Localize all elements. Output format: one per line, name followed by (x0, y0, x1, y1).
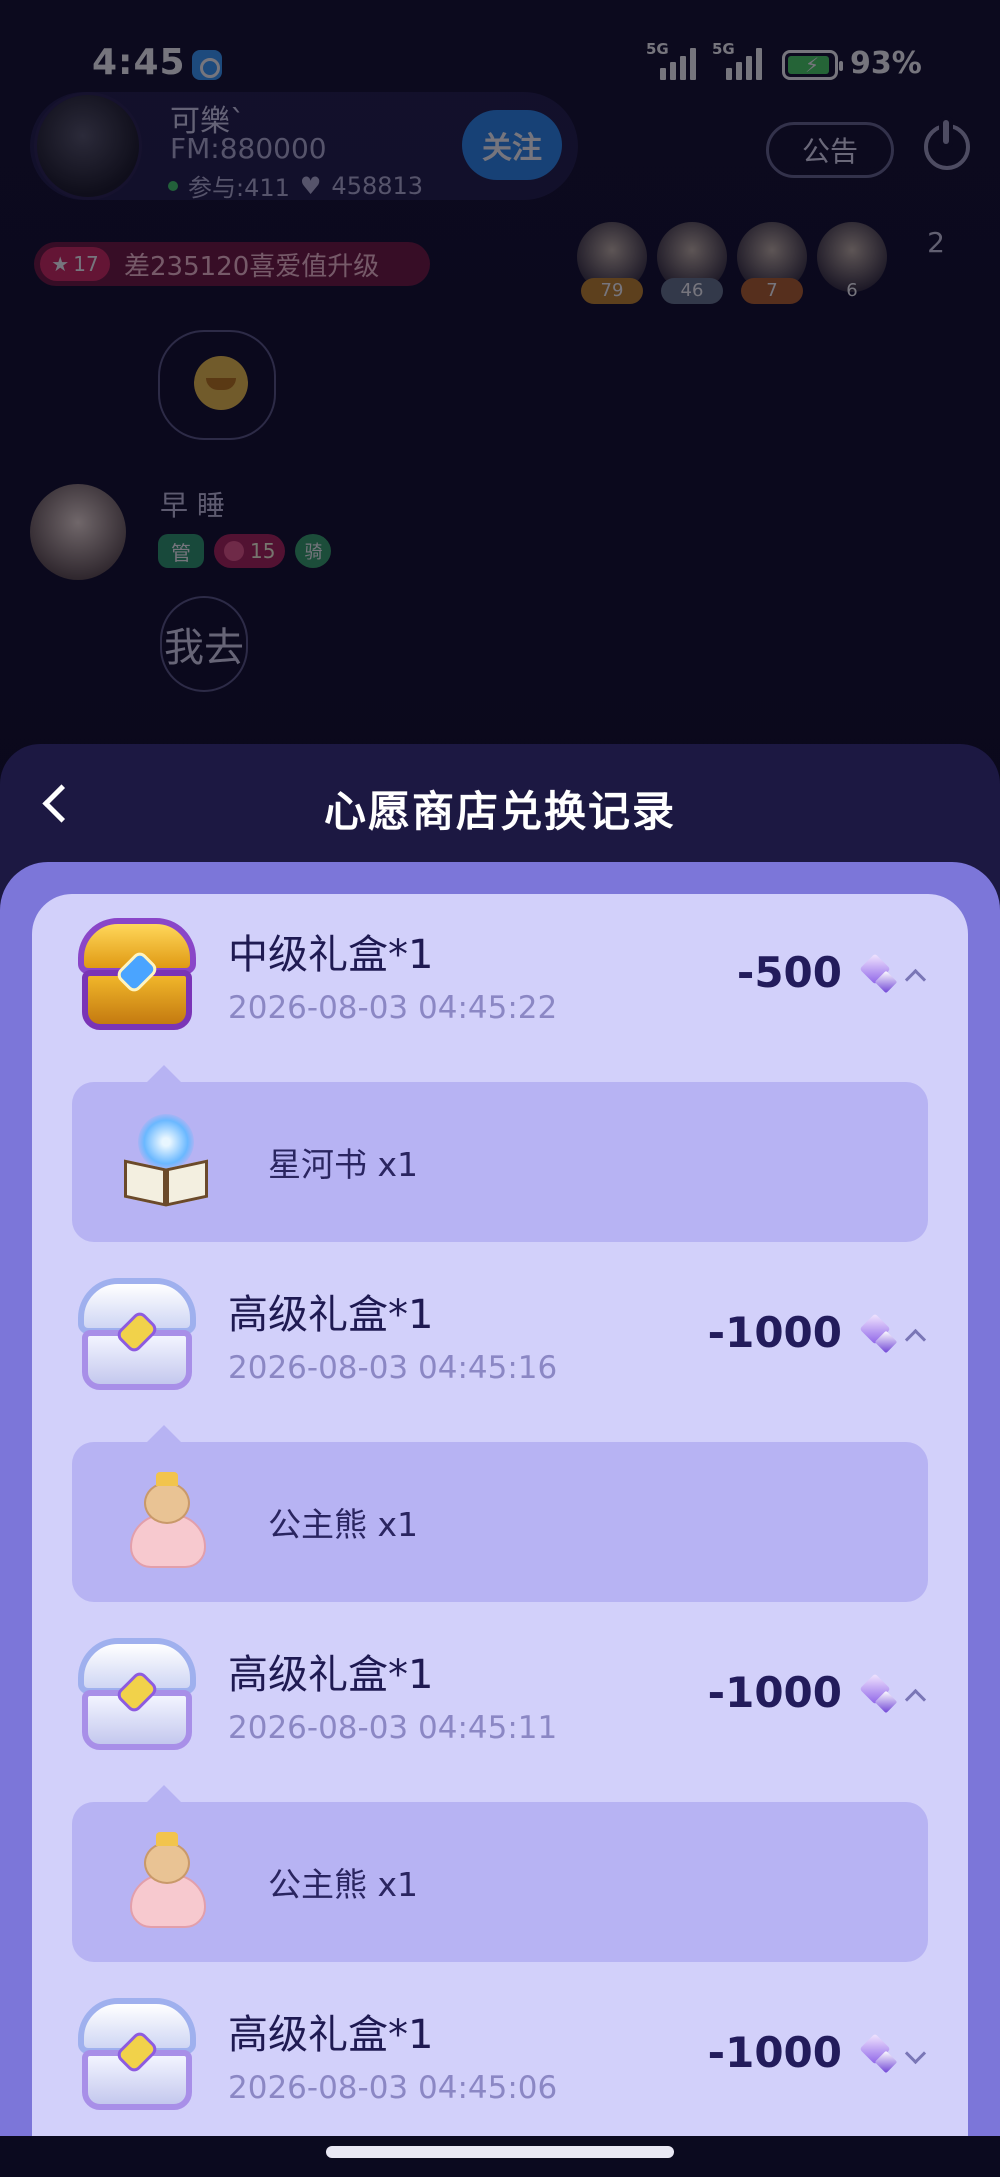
battery-icon: ⚡ (782, 50, 843, 80)
record-header[interactable]: 中级礼盒*1 2026-08-03 04:45:22 -500 (32, 894, 968, 1074)
host-stats: 参与:411 ♥ 458813 (168, 168, 423, 203)
emoji-icon (194, 356, 248, 410)
record-title: 中级礼盒*1 (228, 932, 434, 978)
power-icon[interactable] (924, 120, 970, 170)
record-title: 高级礼盒*1 (228, 2012, 434, 2058)
host-avatar[interactable] (34, 92, 142, 200)
record-amount: -1000 (707, 1668, 842, 1717)
audience-avatar[interactable]: 6 (817, 222, 887, 302)
host-fm-id: FM:880000 (170, 132, 327, 165)
audience-avatar[interactable]: 7 (737, 222, 807, 304)
participants-count: 参与:411 (188, 174, 290, 202)
chat-user-name[interactable]: 早 睡 (160, 484, 225, 524)
reward-panel: 公主熊 x1 (72, 1802, 928, 1962)
signal-2-label: 5G (712, 40, 735, 58)
heart-icon: ♥ (299, 171, 322, 200)
reward-label: 公主熊 x1 (268, 1505, 419, 1544)
sheet-title: 心愿商店兑换记录 (323, 787, 676, 836)
rider-badge: 骑 (295, 534, 332, 568)
audience-count: 46 (661, 278, 723, 304)
audience-count: 6 (846, 280, 858, 301)
chat-user-badges: 管 15 骑 (158, 534, 332, 568)
exchange-record-sheet: 心愿商店兑换记录 中级礼盒*1 2026-08-03 04:45:22 -500 (0, 744, 1000, 2177)
reward-label: 公主熊 x1 (268, 1865, 419, 1904)
star-icon: ★ (51, 252, 70, 276)
gold-chest-icon (72, 914, 202, 1034)
record-header[interactable]: 高级礼盒*1 2026-08-03 04:45:16 -1000 (32, 1254, 968, 1434)
notice-button[interactable]: 公告 (766, 122, 894, 178)
signal-2-icon: 5G (712, 40, 770, 80)
chevron-up-icon[interactable] (904, 964, 926, 986)
record-title: 高级礼盒*1 (228, 1292, 434, 1338)
record-header[interactable]: 高级礼盒*1 2026-08-03 04:45:11 -1000 (32, 1614, 968, 1794)
home-indicator[interactable] (326, 2146, 674, 2158)
likes-count: 458813 (331, 171, 424, 200)
princess-bear-icon (116, 1830, 216, 1930)
online-dot-icon (168, 180, 178, 191)
signal-1-label: 5G (646, 40, 669, 58)
crystal-icon (858, 1676, 900, 1718)
audience-count: 79 (581, 278, 643, 304)
chevron-down-icon[interactable] (904, 2044, 926, 2066)
crystal-icon (858, 1316, 900, 1358)
follow-button[interactable]: 关注 (462, 110, 562, 180)
princess-bear-icon (116, 1470, 216, 1570)
sheet-body: 中级礼盒*1 2026-08-03 04:45:22 -500 星河书 x1 高… (0, 862, 1000, 2177)
admin-badge: 管 (158, 534, 204, 568)
chat-user-avatar[interactable] (30, 484, 126, 580)
record-time: 2026-08-03 04:45:06 (228, 2070, 558, 2106)
chevron-up-icon[interactable] (904, 1684, 926, 1706)
level-dot-icon (224, 541, 244, 561)
record-header[interactable]: 高级礼盒*1 2026-08-03 04:45:06 -1000 (32, 1974, 968, 2154)
audience-more-button[interactable]: 2 (906, 226, 966, 296)
record-amount: -500 (736, 948, 842, 997)
record-time: 2026-08-03 04:45:11 (228, 1710, 558, 1746)
user-level-number: 15 (250, 539, 276, 563)
charging-icon: ⚡ (805, 53, 820, 77)
record-amount: -1000 (707, 1308, 842, 1357)
user-level-badge: 15 (214, 534, 286, 568)
reward-panel: 公主熊 x1 (72, 1442, 928, 1602)
chat-message: 我去 (160, 596, 248, 692)
record-title: 高级礼盒*1 (228, 1652, 434, 1698)
star-river-book-icon (116, 1110, 216, 1210)
room-level-bar[interactable]: ★ 17 差235120喜爱值升级 (34, 242, 430, 286)
record-time: 2026-08-03 04:45:22 (228, 990, 558, 1026)
audience-avatar[interactable]: 46 (657, 222, 727, 304)
app-notification-icon (192, 50, 222, 80)
status-time: 4:45 (92, 42, 186, 83)
audience-count: 7 (741, 278, 803, 304)
audience-avatar[interactable]: 79 (577, 222, 647, 304)
reward-panel: 星河书 x1 (72, 1082, 928, 1242)
silver-chest-icon (72, 1994, 202, 2114)
silver-chest-icon (72, 1274, 202, 1394)
crystal-icon (858, 956, 900, 998)
room-level-text: 差235120喜爱值升级 (124, 251, 380, 282)
silver-chest-icon (72, 1634, 202, 1754)
battery-percent: 93% (850, 46, 922, 81)
crystal-icon (858, 2036, 900, 2078)
sheet-header: 心愿商店兑换记录 (0, 744, 1000, 864)
record-amount: -1000 (707, 2028, 842, 2077)
record-time: 2026-08-03 04:45:16 (228, 1350, 558, 1386)
audience-more-count: 2 (927, 226, 945, 259)
record-list[interactable]: 中级礼盒*1 2026-08-03 04:45:22 -500 星河书 x1 高… (32, 894, 968, 2177)
room-level-badge: ★ 17 (40, 247, 110, 281)
reward-label: 星河书 x1 (268, 1145, 419, 1184)
chevron-up-icon[interactable] (904, 1324, 926, 1346)
signal-1-icon: 5G (646, 40, 704, 80)
room-level-number: 17 (73, 252, 99, 276)
